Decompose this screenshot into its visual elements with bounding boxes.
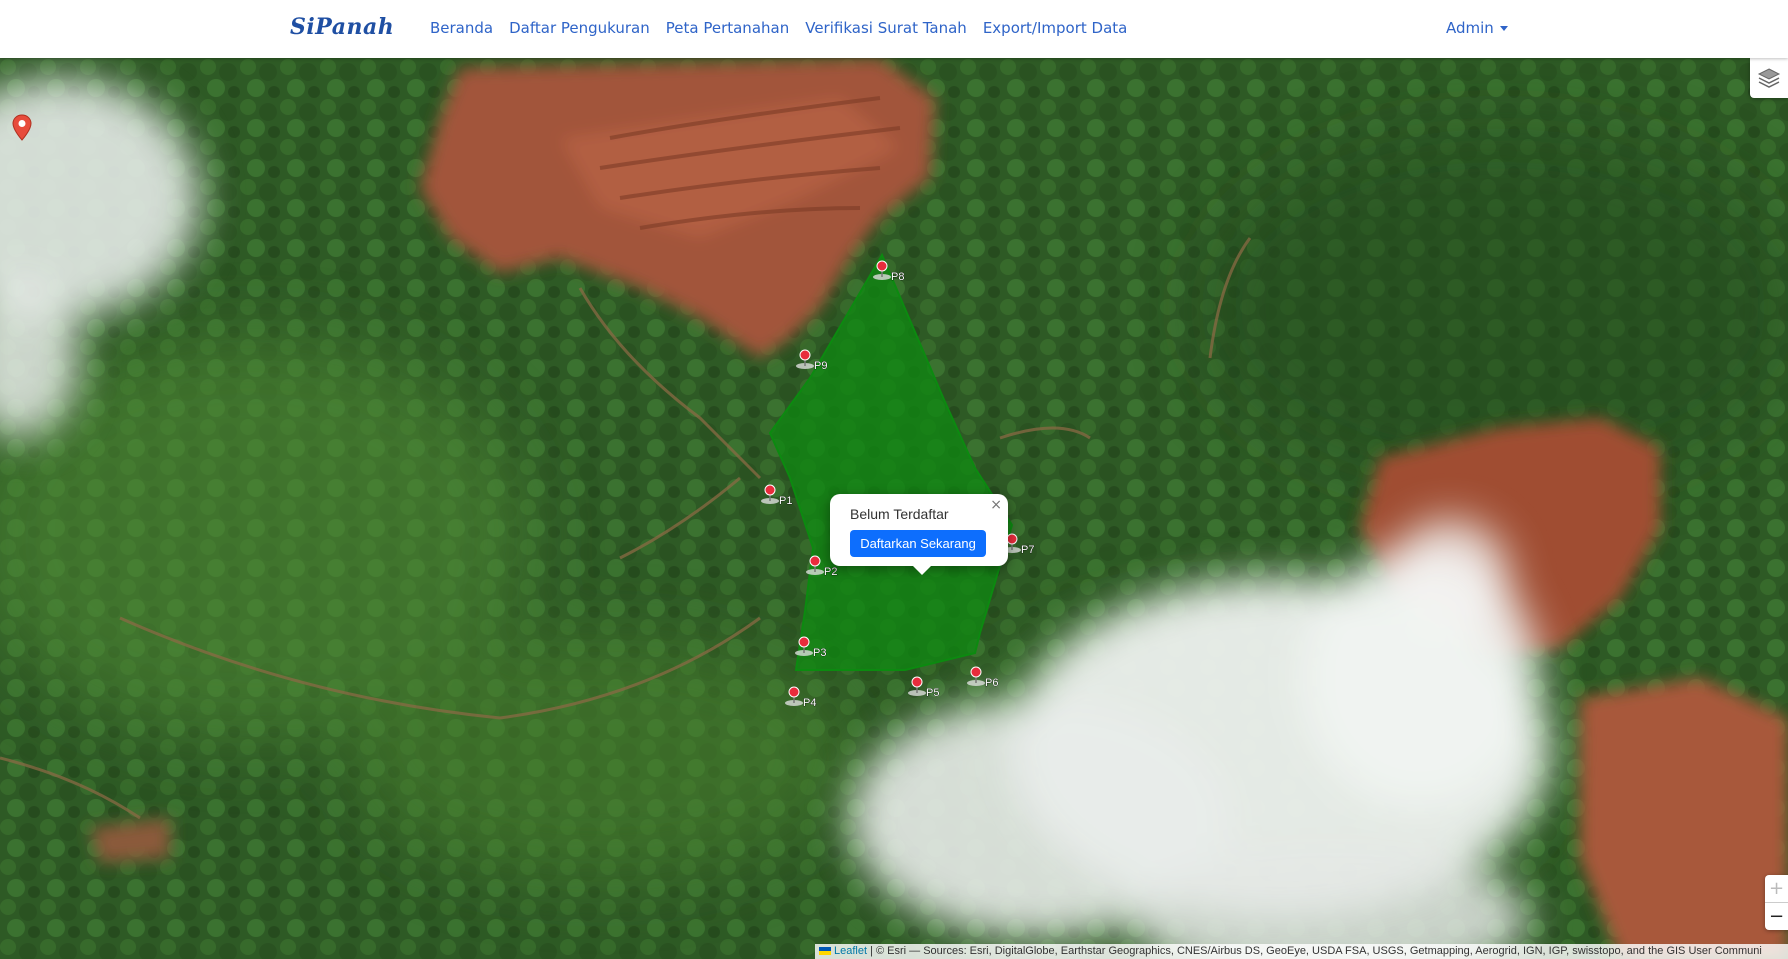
user-menu-dropdown[interactable]: Admin [1446, 19, 1508, 37]
survey-point-label: P6 [985, 677, 998, 689]
survey-point-label: P8 [891, 271, 904, 283]
map-pin-icon[interactable] [12, 114, 32, 142]
parcel-popup: × Belum Terdaftar Daftarkan Sekarang [830, 494, 1008, 575]
zoom-control: + − [1765, 875, 1788, 930]
map-attribution: Leaflet | © Esri — Sources: Esri, Digita… [815, 944, 1788, 959]
user-name: Admin [1446, 19, 1494, 37]
survey-point-marker-p4[interactable]: P4 [785, 686, 817, 709]
caret-down-icon [1499, 25, 1508, 31]
map-container[interactable]: P1 P2 P3 P4 P5 P6 P7 P8 P9 × Belum Terdaftar Daf… [0, 58, 1788, 959]
nav-link-peta-pertanahan[interactable]: Peta Pertanahan [666, 19, 789, 37]
ukraine-flag-icon [819, 947, 831, 955]
survey-point-marker-p5[interactable]: P5 [908, 676, 940, 699]
popup-status-text: Belum Terdaftar [850, 506, 949, 522]
survey-point-label: P5 [926, 687, 939, 699]
nav-links: Beranda Daftar Pengukuran Peta Pertanaha… [430, 19, 1127, 37]
attribution-text: | © Esri — Sources: Esri, DigitalGlobe, … [867, 945, 1762, 957]
survey-point-label: P1 [779, 495, 792, 507]
brand-logo[interactable]: SiPanah [290, 14, 394, 40]
survey-point-label: P4 [803, 697, 816, 709]
nav-link-export-import-data[interactable]: Export/Import Data [983, 19, 1128, 37]
survey-point-label: P2 [824, 566, 837, 578]
survey-point-label: P7 [1021, 544, 1034, 556]
zoom-in-button[interactable]: + [1765, 875, 1788, 903]
survey-point-marker-p1[interactable]: P1 [761, 484, 793, 507]
register-now-button[interactable]: Daftarkan Sekarang [850, 530, 986, 557]
survey-point-marker-p8[interactable]: P8 [873, 260, 905, 283]
navbar: SiPanah Beranda Daftar Pengukuran Peta P… [0, 0, 1788, 58]
nav-link-daftar-pengukuran[interactable]: Daftar Pengukuran [509, 19, 650, 37]
survey-point-label: P3 [813, 647, 826, 659]
survey-point-marker-p6[interactable]: P6 [967, 666, 999, 689]
zoom-out-button[interactable]: − [1765, 903, 1788, 930]
layers-control-button[interactable] [1750, 58, 1788, 98]
nav-link-verifikasi-surat-tanah[interactable]: Verifikasi Surat Tanah [805, 19, 967, 37]
survey-point-marker-p3[interactable]: P3 [795, 636, 827, 659]
popup-close-button[interactable]: × [990, 497, 1002, 513]
survey-point-label: P9 [814, 360, 827, 372]
survey-point-marker-p9[interactable]: P9 [796, 349, 828, 372]
layers-icon [1757, 68, 1781, 88]
nav-link-beranda[interactable]: Beranda [430, 19, 493, 37]
leaflet-link[interactable]: Leaflet [834, 945, 867, 957]
